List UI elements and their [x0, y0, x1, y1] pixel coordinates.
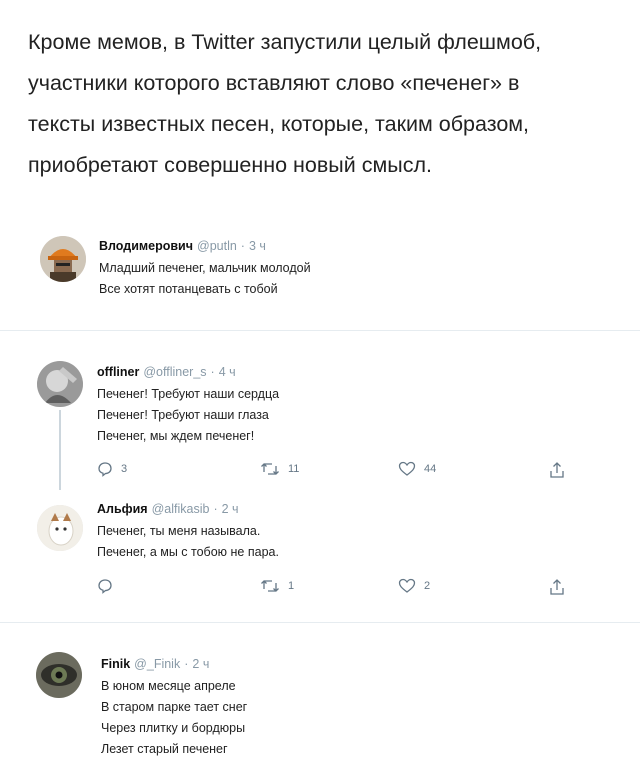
like-button[interactable]: 2 [398, 578, 430, 594]
like-count: 44 [424, 463, 437, 475]
retweet-count: 11 [288, 463, 300, 475]
heart-icon [398, 578, 416, 593]
divider [0, 330, 640, 331]
like-count: 2 [424, 580, 431, 592]
intro-line: приобретают совершенно новый смысл. [28, 153, 432, 177]
heart-icon [398, 461, 416, 476]
intro-line: Кроме мемов, в Twitter запустили целый ф… [28, 30, 542, 54]
intro-text: Кроме мемов, в Twitter запустили целый ф… [28, 22, 620, 186]
avatar[interactable] [37, 505, 83, 551]
share-icon [550, 579, 564, 595]
retweet-count: 1 [288, 580, 295, 592]
reply-button[interactable]: 3 [97, 461, 127, 477]
author-name[interactable]: Альфия [97, 502, 148, 516]
author-handle[interactable]: @alfikasib [152, 502, 210, 516]
avatar[interactable] [36, 652, 82, 698]
tweet-header: Finik @_Finik · 2 ч [101, 657, 209, 671]
author-name[interactable]: offliner [97, 365, 139, 379]
avatar[interactable] [37, 361, 83, 407]
author-handle[interactable]: @putln [197, 239, 237, 253]
avatar[interactable] [40, 236, 86, 282]
thread-line [59, 410, 61, 490]
reply-count: 3 [121, 463, 128, 475]
tweet-line: Все хотят потанцевать с тобой [99, 282, 278, 296]
author-handle[interactable]: @offliner_s [143, 365, 206, 379]
reply-icon [98, 579, 112, 594]
tweet-line: Младший печенег, мальчик молодой [99, 261, 311, 275]
tweet-line: Печенег! Требуют наши сердца [97, 387, 280, 401]
timestamp[interactable]: 3 ч [249, 239, 266, 253]
reply-icon [98, 462, 112, 477]
separator: · [240, 239, 245, 253]
separator: · [184, 657, 189, 671]
separator: · [210, 365, 215, 379]
retweet-button[interactable]: 1 [260, 578, 294, 594]
tweet-header: Альфия @alfikasib · 2 ч [97, 502, 239, 516]
tweet-line: Печенег! Требуют наши глаза [97, 408, 269, 422]
author-handle[interactable]: @_Finik [134, 657, 180, 671]
tweet-body: Печенег, ты меня называла. Печенег, а мы… [97, 521, 279, 563]
tweet-line: В старом парке тает снег [101, 700, 248, 714]
divider [0, 622, 640, 623]
tweet-actions: 3 11 44 [97, 461, 577, 481]
tweet-header: offliner @offliner_s · 4 ч [97, 365, 236, 379]
tweet-line: Печенег, ты меня называла. [97, 524, 261, 538]
intro-line: участники которого вставляют слово «пече… [28, 71, 520, 95]
share-button[interactable] [549, 461, 565, 479]
tweet-line: Печенег, мы ждем печенег! [97, 429, 255, 443]
timestamp[interactable]: 2 ч [222, 502, 239, 516]
timestamp[interactable]: 4 ч [219, 365, 236, 379]
timestamp[interactable]: 2 ч [192, 657, 209, 671]
tweet-line: Печенег, а мы с тобою не пара. [97, 545, 279, 559]
tweet-actions: 1 2 [97, 578, 577, 598]
separator: · [213, 502, 218, 516]
retweet-button[interactable]: 11 [260, 461, 299, 477]
tweet-body: Младший печенег, мальчик молодой Все хот… [99, 258, 311, 300]
tweet-line: Через плитку и бордюры [101, 721, 246, 735]
tweet-body: Печенег! Требуют наши сердца Печенег! Тр… [97, 384, 279, 447]
tweet-line: Лезет старый печенег [101, 742, 228, 756]
retweet-icon [261, 580, 279, 592]
tweet-line: В юном месяце апреле [101, 679, 236, 693]
like-button[interactable]: 44 [398, 461, 436, 477]
share-icon [550, 462, 564, 478]
intro-line: тексты известных песен, которые, таким о… [28, 112, 530, 136]
reply-button[interactable] [97, 578, 121, 594]
author-name[interactable]: Влодимерович [99, 239, 193, 253]
tweet-header: Влодимерович @putln · 3 ч [99, 239, 266, 253]
tweet-body: В юном месяце апреле В старом парке тает… [101, 676, 247, 760]
retweet-icon [261, 463, 279, 475]
author-name[interactable]: Finik [101, 657, 130, 671]
share-button[interactable] [549, 578, 565, 596]
